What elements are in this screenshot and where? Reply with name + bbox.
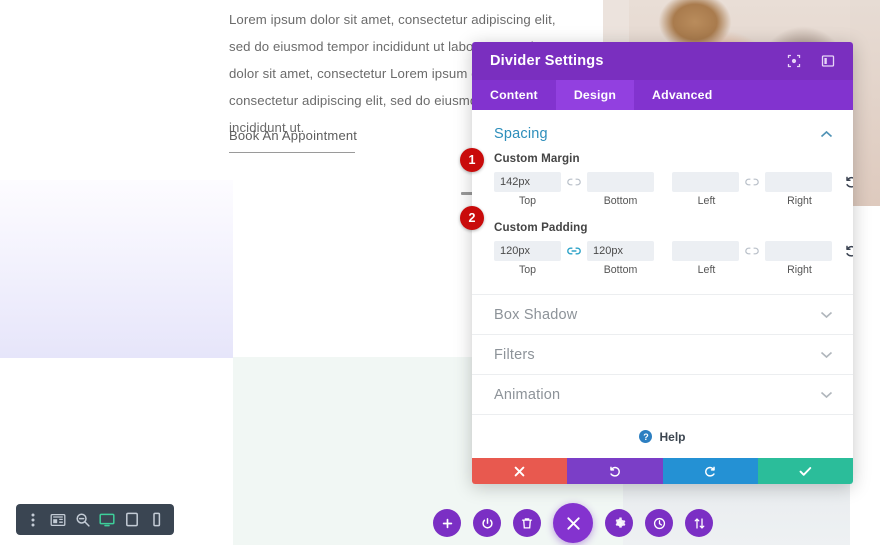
custom-margin-inputs xyxy=(494,171,853,192)
padding-row-actions xyxy=(844,244,853,258)
padding-left-input[interactable] xyxy=(672,240,739,261)
modal-header: Divider Settings xyxy=(472,42,853,80)
margin-left-right-link-icon[interactable] xyxy=(739,177,765,187)
padding-bottom-input[interactable] xyxy=(587,240,654,261)
power-button[interactable] xyxy=(473,509,501,537)
settings-button[interactable] xyxy=(605,509,633,537)
divider-settings-modal: Divider Settings Content Design Advanced… xyxy=(472,42,853,484)
chevron-up-icon[interactable] xyxy=(820,130,833,139)
more-options-icon[interactable] xyxy=(22,508,45,532)
tab-design[interactable]: Design xyxy=(555,80,635,110)
custom-padding-label: Custom Padding xyxy=(494,221,588,234)
spacing-section-header[interactable]: Spacing xyxy=(472,110,853,152)
help-icon: ? xyxy=(639,430,653,443)
history-button[interactable] xyxy=(645,509,673,537)
tab-content[interactable]: Content xyxy=(472,80,556,110)
builder-action-buttons xyxy=(433,503,713,543)
chevron-down-icon xyxy=(820,351,833,359)
book-appointment-link[interactable]: Book An Appointment xyxy=(229,128,359,153)
design-accordion-list: Box Shadow Filters Animation xyxy=(472,294,853,414)
custom-padding-group: Custom Padding 120px 120px Top Bottom Le… xyxy=(472,221,853,276)
margin-reset-icon[interactable] xyxy=(844,175,853,189)
accordion-box-shadow[interactable]: Box Shadow xyxy=(472,294,853,334)
discard-button[interactable] xyxy=(472,458,568,484)
accordion-animation-label: Animation xyxy=(494,386,561,403)
device-view-toolbar xyxy=(16,504,174,535)
undo-button[interactable] xyxy=(567,458,663,484)
zoom-out-icon[interactable] xyxy=(71,508,94,532)
padding-bottom-sublabel: Bottom xyxy=(603,264,638,276)
margin-top-input[interactable] xyxy=(494,171,561,192)
custom-padding-inputs xyxy=(494,240,853,261)
accordion-filters-label: Filters xyxy=(494,346,535,363)
redo-button[interactable] xyxy=(662,458,758,484)
annotation-badge-2: 2 xyxy=(460,206,484,230)
portability-button[interactable] xyxy=(685,509,713,537)
accordion-filters[interactable]: Filters xyxy=(472,334,853,374)
annotation-badge-1: 1 xyxy=(460,148,484,172)
builder-screen: Lorem ipsum dolor sit amet, consectetur … xyxy=(0,0,880,545)
chevron-down-icon xyxy=(820,391,833,399)
padding-reset-icon[interactable] xyxy=(844,244,853,258)
margin-left-sublabel: Left xyxy=(697,195,716,207)
custom-margin-group: Custom Margin 142px Top Bottom Left Righ… xyxy=(472,152,853,207)
close-button[interactable] xyxy=(553,503,593,543)
accordion-animation[interactable]: Animation xyxy=(472,374,853,414)
margin-top-bottom-link-icon[interactable] xyxy=(561,177,587,187)
wireframe-view-icon[interactable] xyxy=(47,508,70,532)
padding-top-bottom-pair xyxy=(494,240,654,261)
margin-sublabels: Top Bottom Left Right xyxy=(494,195,833,207)
modal-header-actions xyxy=(785,52,841,70)
delete-button[interactable] xyxy=(513,509,541,537)
padding-left-right-pair xyxy=(672,240,832,261)
add-button[interactable] xyxy=(433,509,461,537)
save-button[interactable] xyxy=(757,458,853,484)
modal-footer xyxy=(472,458,853,484)
padding-top-input[interactable] xyxy=(494,240,561,261)
margin-right-sublabel: Right xyxy=(787,195,812,207)
padding-left-right-link-icon[interactable] xyxy=(739,246,765,256)
help-label: Help xyxy=(659,429,686,444)
padding-right-sublabel: Right xyxy=(787,264,812,276)
book-appointment-label: Book An Appointment xyxy=(229,128,358,143)
margin-bottom-input[interactable] xyxy=(587,171,654,192)
help-link[interactable]: ? Help xyxy=(472,414,853,458)
chevron-down-icon xyxy=(820,311,833,319)
margin-left-input[interactable] xyxy=(672,171,739,192)
tab-advanced[interactable]: Advanced xyxy=(634,80,730,110)
focus-target-icon[interactable] xyxy=(785,52,803,70)
canvas-section-lavender xyxy=(0,180,233,358)
margin-bottom-sublabel: Bottom xyxy=(603,195,638,207)
padding-top-sublabel: Top xyxy=(518,264,537,276)
spacing-section-title: Spacing xyxy=(494,126,548,142)
accordion-box-shadow-label: Box Shadow xyxy=(494,306,578,323)
margin-row-actions xyxy=(844,175,853,189)
panel-layout-icon[interactable] xyxy=(819,52,837,70)
canvas-right-edge-photo xyxy=(850,0,880,206)
modal-body: Spacing Custom Margin 142px Top Bottom L… xyxy=(472,110,853,458)
desktop-view-icon[interactable] xyxy=(96,508,119,532)
modal-tabs: Content Design Advanced xyxy=(472,80,853,110)
book-appointment-underline xyxy=(229,152,355,153)
canvas-section-left-top xyxy=(0,0,233,180)
modal-title: Divider Settings xyxy=(490,53,604,69)
padding-sublabels: Top Bottom Left Right xyxy=(494,264,833,276)
margin-top-bottom-pair xyxy=(494,171,654,192)
custom-margin-label: Custom Margin xyxy=(494,152,580,165)
margin-right-input[interactable] xyxy=(765,171,832,192)
tablet-view-icon[interactable] xyxy=(121,508,144,532)
margin-left-right-pair xyxy=(672,171,832,192)
margin-top-sublabel: Top xyxy=(518,195,537,207)
phone-view-icon[interactable] xyxy=(145,508,168,532)
padding-right-input[interactable] xyxy=(765,240,832,261)
padding-top-bottom-link-icon[interactable] xyxy=(561,246,587,256)
padding-left-sublabel: Left xyxy=(697,264,716,276)
